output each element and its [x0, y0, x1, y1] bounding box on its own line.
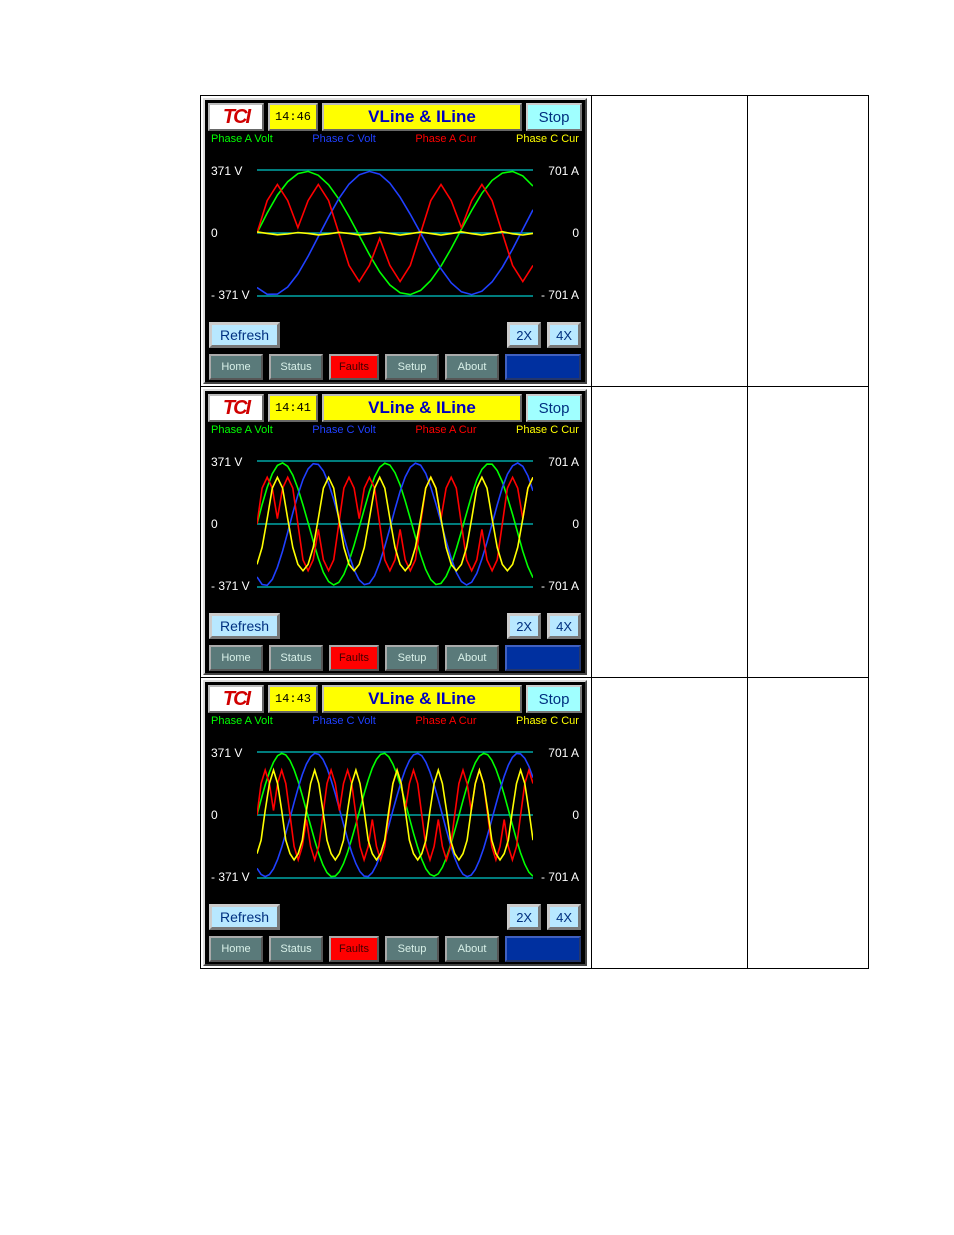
legend-phase-c-volt: Phase C Volt	[312, 424, 376, 440]
stop-button[interactable]: Stop	[526, 685, 582, 713]
nav-faults[interactable]: Faults	[329, 936, 379, 962]
axis-left-bot: - 371 V	[211, 579, 250, 593]
page-title: VLine & ILine	[322, 394, 522, 422]
axis-right-top: 701 A	[548, 746, 579, 760]
clock: 14:46	[268, 103, 318, 131]
nav-home[interactable]: Home	[209, 645, 263, 671]
stop-button[interactable]: Stop	[526, 394, 582, 422]
refresh-button[interactable]: Refresh	[209, 322, 280, 348]
legend-phase-a-volt: Phase A Volt	[211, 424, 273, 440]
legend-phase-a-cur: Phase A Cur	[415, 133, 476, 149]
nav-spacer	[505, 354, 581, 380]
logo: TCI	[208, 394, 264, 422]
layout-table: TCI14:46VLine & ILineStopPhase A VoltPha…	[200, 95, 869, 969]
axis-right-bot: - 701 A	[541, 579, 579, 593]
axis-left-mid: 0	[211, 517, 218, 531]
axis-left-top: 371 V	[211, 746, 242, 760]
nav-setup[interactable]: Setup	[385, 645, 439, 671]
legend-phase-a-cur: Phase A Cur	[415, 715, 476, 731]
nav-about[interactable]: About	[445, 936, 499, 962]
hmi-panel: TCI14:41VLine & ILineStopPhase A VoltPha…	[203, 389, 587, 675]
nav-about[interactable]: About	[445, 354, 499, 380]
nav-spacer	[505, 645, 581, 671]
axis-right-top: 701 A	[548, 164, 579, 178]
legend-phase-c-cur: Phase C Cur	[516, 715, 579, 731]
logo: TCI	[208, 103, 264, 131]
nav-bar: HomeStatusFaultsSetupAbout	[209, 936, 581, 964]
axis-right-mid: 0	[572, 808, 579, 822]
legend-phase-c-cur: Phase C Cur	[516, 133, 579, 149]
zoom-2x-button[interactable]: 2X	[507, 613, 541, 639]
logo: TCI	[208, 685, 264, 713]
axis-right-top: 701 A	[548, 455, 579, 469]
zoom-4x-button[interactable]: 4X	[547, 322, 581, 348]
legend-phase-a-volt: Phase A Volt	[211, 133, 273, 149]
clock: 14:41	[268, 394, 318, 422]
axis-right-mid: 0	[572, 517, 579, 531]
axis-right-mid: 0	[572, 226, 579, 240]
axis-left-bot: - 371 V	[211, 870, 250, 884]
axis-right-bot: - 701 A	[541, 288, 579, 302]
nav-status[interactable]: Status	[269, 645, 323, 671]
hmi-panel: TCI14:43VLine & ILineStopPhase A VoltPha…	[203, 680, 587, 966]
legend: Phase A Volt Phase C Volt Phase A Cur Phase…	[211, 133, 579, 149]
page-title: VLine & ILine	[322, 685, 522, 713]
axis-left-top: 371 V	[211, 455, 242, 469]
nav-faults[interactable]: Faults	[329, 645, 379, 671]
legend-phase-c-volt: Phase C Volt	[312, 133, 376, 149]
nav-spacer	[505, 936, 581, 962]
zoom-4x-button[interactable]: 4X	[547, 613, 581, 639]
hmi-panel: TCI14:46VLine & ILineStopPhase A VoltPha…	[203, 98, 587, 384]
refresh-button[interactable]: Refresh	[209, 613, 280, 639]
refresh-button[interactable]: Refresh	[209, 904, 280, 930]
nav-setup[interactable]: Setup	[385, 936, 439, 962]
axis-left-top: 371 V	[211, 164, 242, 178]
waveform-plot: 371 V 0 - 371 V 701 A 0 - 701 A	[209, 732, 581, 898]
axis-left-mid: 0	[211, 226, 218, 240]
axis-right-bot: - 701 A	[541, 870, 579, 884]
zoom-2x-button[interactable]: 2X	[507, 322, 541, 348]
zoom-4x-button[interactable]: 4X	[547, 904, 581, 930]
nav-status[interactable]: Status	[269, 936, 323, 962]
page-title: VLine & ILine	[322, 103, 522, 131]
nav-setup[interactable]: Setup	[385, 354, 439, 380]
nav-about[interactable]: About	[445, 645, 499, 671]
stop-button[interactable]: Stop	[526, 103, 582, 131]
nav-home[interactable]: Home	[209, 354, 263, 380]
nav-home[interactable]: Home	[209, 936, 263, 962]
nav-bar: HomeStatusFaultsSetupAbout	[209, 645, 581, 673]
axis-left-mid: 0	[211, 808, 218, 822]
legend-phase-c-cur: Phase C Cur	[516, 424, 579, 440]
waveform-plot: 371 V 0 - 371 V 701 A 0 - 701 A	[209, 150, 581, 316]
legend-phase-a-volt: Phase A Volt	[211, 715, 273, 731]
nav-status[interactable]: Status	[269, 354, 323, 380]
waveform-plot: 371 V 0 - 371 V 701 A 0 - 701 A	[209, 441, 581, 607]
clock: 14:43	[268, 685, 318, 713]
nav-faults[interactable]: Faults	[329, 354, 379, 380]
zoom-2x-button[interactable]: 2X	[507, 904, 541, 930]
legend-phase-c-volt: Phase C Volt	[312, 715, 376, 731]
legend: Phase A Volt Phase C Volt Phase A Cur Phase…	[211, 424, 579, 440]
legend: Phase A Volt Phase C Volt Phase A Cur Phase…	[211, 715, 579, 731]
axis-left-bot: - 371 V	[211, 288, 250, 302]
legend-phase-a-cur: Phase A Cur	[415, 424, 476, 440]
nav-bar: HomeStatusFaultsSetupAbout	[209, 354, 581, 382]
